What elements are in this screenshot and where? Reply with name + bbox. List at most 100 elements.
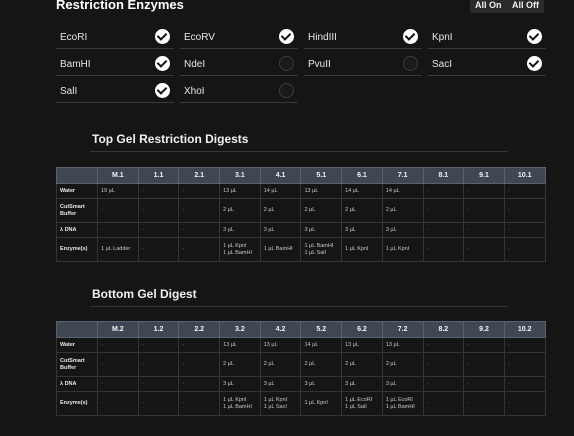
row-label: Enzyme(s)	[56, 237, 98, 262]
table-cell: -	[463, 337, 505, 353]
all-on-button[interactable]: All On	[470, 0, 507, 13]
table-cell: 2 µL	[341, 352, 383, 377]
table-cell: -	[422, 237, 465, 262]
table-cell: -	[463, 198, 505, 223]
table-cell: 2 µL	[300, 352, 343, 377]
table-cell: -	[503, 222, 546, 238]
lane-header: 3.2	[219, 321, 261, 338]
checkmark-icon[interactable]	[527, 29, 542, 44]
table-cell: 3 µL	[341, 376, 383, 392]
table-cell: -	[178, 376, 221, 392]
table-cell: 1 µL BamHI 1 µL SalI	[300, 237, 343, 262]
table-cell: -	[503, 337, 546, 353]
row-label: Enzyme(s)	[56, 391, 98, 416]
table-cell: 1 µL KpnI 1 µL BamHI	[219, 391, 261, 416]
lane-header: 6.2	[341, 321, 383, 338]
table-cell: -	[422, 352, 465, 377]
enzyme-label: NdeI	[184, 59, 206, 70]
checkmark-icon[interactable]	[403, 29, 418, 44]
enzyme-toggle-pvuii[interactable]: PvuII	[304, 55, 422, 76]
enzyme-label: EcoRV	[184, 32, 215, 43]
table-cell: -	[97, 391, 139, 416]
table-cell: -	[503, 183, 546, 199]
table-cell: -	[178, 183, 221, 199]
table-cell: 14 µL	[259, 183, 302, 199]
enzyme-toggle-hindiii[interactable]: HindIII	[304, 28, 422, 49]
lane-header: 10.2	[503, 321, 546, 338]
table-cell: -	[503, 391, 546, 416]
enzyme-toggle-ndei[interactable]: NdeI	[180, 55, 298, 76]
table-cell: 13 µL	[341, 337, 383, 353]
enzyme-toggle-saci[interactable]: SacI	[428, 55, 546, 76]
bottom-gel-title: Bottom Gel Digest	[92, 287, 197, 301]
enzyme-label: XhoI	[184, 86, 205, 97]
table-cell: 14 µL	[341, 183, 383, 199]
enzyme-label: BamHI	[60, 59, 91, 70]
table-cell: 1 µL KpnI	[381, 237, 424, 262]
enzyme-toggle-ecori[interactable]: EcoRI	[56, 28, 174, 49]
table-cell: 13 µL	[219, 337, 261, 353]
table-cell: 3 µL	[300, 376, 343, 392]
table-cell: -	[137, 237, 180, 262]
checkmark-icon[interactable]	[155, 83, 170, 98]
enzyme-toggle-bamhi[interactable]: BamHI	[56, 55, 174, 76]
unchecked-circle-icon[interactable]	[403, 56, 418, 71]
enzyme-label: EcoRI	[60, 32, 88, 43]
enzyme-toggle-ecorv[interactable]: EcoRV	[180, 28, 298, 49]
enzyme-toggle-xhoi[interactable]: XhoI	[180, 82, 298, 103]
table-cell: -	[178, 337, 221, 353]
table-cell: -	[463, 183, 505, 199]
checkmark-icon[interactable]	[155, 29, 170, 44]
table-cell: 1 µL Ladder	[97, 237, 139, 262]
enzyme-label: HindIII	[308, 32, 337, 43]
enzyme-toggle-kpni[interactable]: KpnI	[428, 28, 546, 49]
table-cell: -	[97, 337, 139, 353]
table-cell: -	[178, 352, 221, 377]
table-cell: -	[178, 237, 221, 262]
lane-header: 10.1	[503, 167, 546, 184]
table-header-row: M.1 1.1 2.1 3.1 4.1 5.1 6.1 7.1 8.1 9.1 10.1	[56, 167, 546, 184]
row-label: Water	[56, 337, 98, 353]
table-cell: -	[137, 391, 180, 416]
table-cell: -	[137, 183, 180, 199]
table-row: CutSmart Buffer - - -2 µL 2 µL 2 µL 2 µL 2 µL - -…	[56, 198, 546, 223]
table-cell: 1 µL KpnI 1 µL BamHI	[219, 237, 261, 262]
table-cell: 2 µL	[381, 352, 424, 377]
table-cell: -	[463, 352, 505, 377]
table-row: Enzyme(s) - - -1 µL KpnI 1 µL BamHI 1 µL KpnI…	[56, 391, 546, 416]
lane-header: 5.1	[300, 167, 343, 184]
table-cell: -	[137, 376, 180, 392]
enzyme-toggle-sali[interactable]: SalI	[56, 82, 174, 103]
checkmark-icon[interactable]	[527, 56, 542, 71]
row-label: λ DNA	[56, 222, 98, 238]
table-cell: -	[503, 198, 546, 223]
unchecked-circle-icon[interactable]	[279, 56, 294, 71]
table-cell: -	[422, 337, 465, 353]
table-cell: -	[97, 376, 139, 392]
top-gel-title: Top Gel Restriction Digests	[92, 132, 249, 146]
table-cell: -	[463, 237, 505, 262]
table-cell: 3 µL	[341, 222, 383, 238]
table-cell: 1 µL BamHI	[259, 237, 302, 262]
row-label: Water	[56, 183, 98, 199]
table-cell: -	[422, 222, 465, 238]
unchecked-circle-icon[interactable]	[279, 83, 294, 98]
table-cell: -	[503, 376, 546, 392]
table-cell: -	[178, 198, 221, 223]
table-cell: 13 µL	[381, 337, 424, 353]
lane-header: 4.2	[259, 321, 302, 338]
table-cell: -	[463, 391, 505, 416]
lane-header: 2.1	[178, 167, 221, 184]
lane-header: 1.2	[137, 321, 180, 338]
table-cell: 14 µL	[300, 337, 343, 353]
checkmark-icon[interactable]	[279, 29, 294, 44]
table-row: λ DNA - - -3 µL 3 µL 3 µL 3 µL 3 µL - - -	[56, 376, 546, 392]
table-cell: 3 µL	[300, 222, 343, 238]
table-cell: -	[503, 352, 546, 377]
lane-header: 2.2	[178, 321, 221, 338]
table-cell: -	[422, 391, 465, 416]
checkmark-icon[interactable]	[155, 56, 170, 71]
table-cell: 2 µL	[300, 198, 343, 223]
table-cell: 3 µL	[381, 376, 424, 392]
all-off-button[interactable]: All Off	[507, 0, 544, 13]
